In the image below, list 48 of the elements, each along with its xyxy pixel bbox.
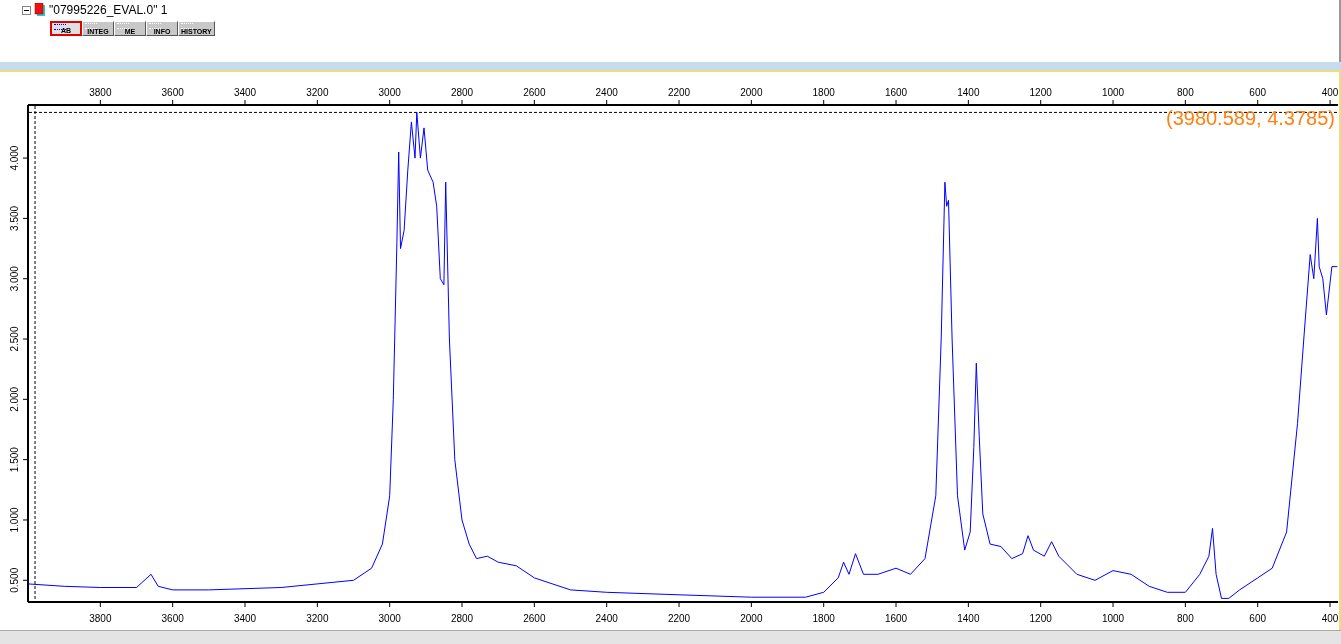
x-tick-label: 1000 bbox=[1101, 613, 1125, 624]
x-tick-label: 3000 bbox=[378, 613, 401, 624]
y-tick-label: 3.000 bbox=[9, 266, 20, 292]
x-tick-label: 1200 bbox=[1029, 613, 1052, 624]
x-tick-label: 2000 bbox=[740, 87, 763, 98]
x-tick-label: 600 bbox=[1249, 613, 1267, 624]
document-icon bbox=[34, 3, 46, 17]
x-tick-label: 2400 bbox=[595, 613, 618, 624]
tree-node-label[interactable]: "07995226_EVAL.0" 1 bbox=[49, 3, 168, 17]
x-tick-label: 1200 bbox=[1029, 87, 1052, 98]
x-tick-label: 3400 bbox=[233, 87, 257, 98]
x-tick-label: 2800 bbox=[450, 613, 474, 624]
x-tick-label: 1400 bbox=[957, 87, 980, 98]
x-tick-label: 1800 bbox=[812, 613, 835, 624]
x-tick-label: 3800 bbox=[89, 87, 112, 98]
x-tick-label: 2800 bbox=[450, 87, 474, 98]
y-tick-label: 1.000 bbox=[9, 507, 20, 533]
x-tick-label: 3000 bbox=[378, 87, 401, 98]
x-tick-label: 2200 bbox=[667, 87, 691, 98]
y-tick-label: 2.000 bbox=[9, 386, 20, 412]
x-tick-label: 3200 bbox=[306, 613, 329, 624]
x-tick-label: 600 bbox=[1249, 87, 1267, 98]
x-tick-label: 2600 bbox=[523, 613, 546, 624]
x-tick-label: 1000 bbox=[1101, 87, 1125, 98]
x-tick-label: 3600 bbox=[161, 613, 184, 624]
x-tick-label: 800 bbox=[1177, 87, 1194, 98]
x-tick-label: 2000 bbox=[740, 613, 763, 624]
y-tick-label: 1.500 bbox=[9, 447, 20, 473]
y-tick-label: 3.500 bbox=[9, 205, 20, 231]
collapse-toggle-icon[interactable] bbox=[22, 5, 31, 15]
x-tick-label: 2600 bbox=[523, 87, 546, 98]
cursor-readout: (3980.589, 4.3785) bbox=[1165, 107, 1335, 129]
x-tick-label: 3400 bbox=[233, 613, 257, 624]
y-tick-label: 0.500 bbox=[9, 567, 20, 593]
x-tick-label: 400 bbox=[1321, 613, 1339, 624]
y-tick-label: 2.500 bbox=[9, 326, 20, 352]
x-tick-label: 2200 bbox=[667, 613, 691, 624]
x-tick-label: 3800 bbox=[89, 613, 112, 624]
x-tick-label: 1800 bbox=[812, 87, 835, 98]
x-tick-label: 1600 bbox=[884, 613, 908, 624]
x-tick-label: 800 bbox=[1177, 613, 1194, 624]
y-tick-label: 4.000 bbox=[9, 145, 20, 171]
x-tick-label: 3600 bbox=[161, 87, 184, 98]
x-tick-label: 2400 bbox=[595, 87, 618, 98]
x-tick-label: 1400 bbox=[957, 613, 980, 624]
x-tick-label: 1600 bbox=[884, 87, 908, 98]
x-tick-label: 400 bbox=[1321, 87, 1339, 98]
x-tick-label: 3200 bbox=[306, 87, 329, 98]
